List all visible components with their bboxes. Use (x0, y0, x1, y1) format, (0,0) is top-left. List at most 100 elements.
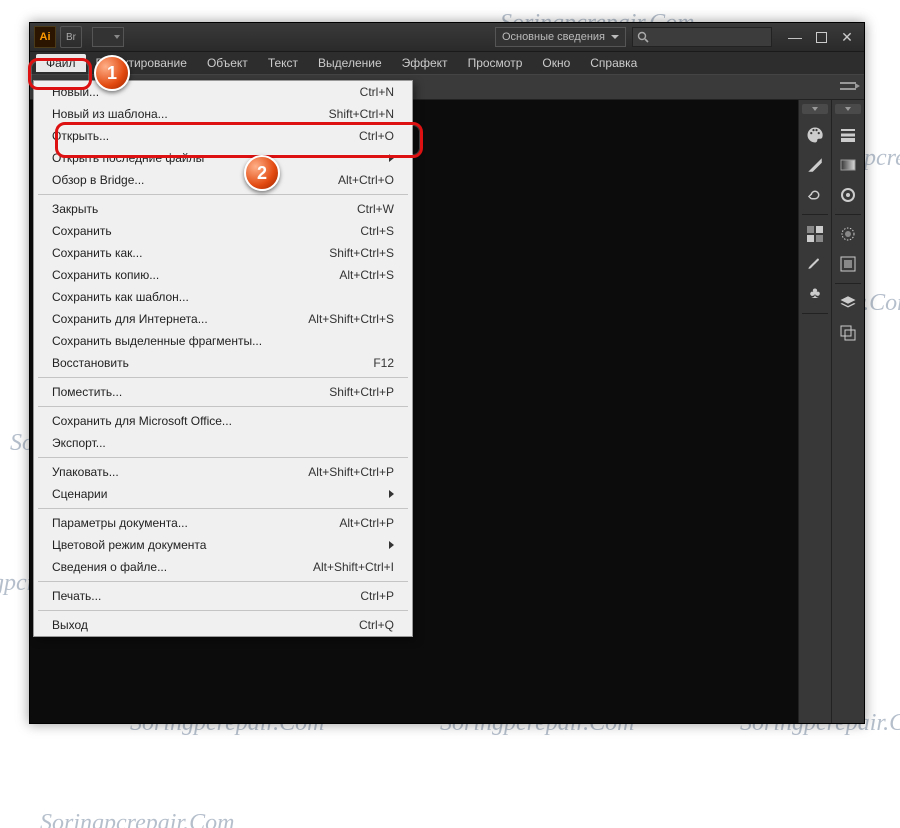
search-icon (637, 31, 649, 43)
file-menu-item[interactable]: ВосстановитьF12 (34, 352, 412, 374)
menu-item-label: Открыть последние файлы (52, 151, 389, 165)
menu-item-просмотр[interactable]: Просмотр (458, 54, 533, 72)
menu-item-shortcut: Ctrl+N (284, 85, 394, 99)
workspace-switcher[interactable]: Основные сведения (495, 27, 626, 47)
bridge-launch-button[interactable]: Br (60, 26, 82, 48)
menu-item-label: Экспорт... (52, 436, 284, 450)
dock-separator (835, 283, 861, 284)
layout-arrange-button[interactable] (92, 27, 124, 47)
menu-item-эффект[interactable]: Эффект (392, 54, 458, 72)
file-menu-item[interactable]: Сохранить выделенные фрагменты... (34, 330, 412, 352)
file-menu-item[interactable]: Сохранить копию...Alt+Ctrl+S (34, 264, 412, 286)
close-button[interactable]: ✕ (834, 27, 860, 47)
dock-collapse-toggle[interactable] (802, 104, 828, 114)
file-menu-item[interactable]: Сведения о файле...Alt+Shift+Ctrl+I (34, 556, 412, 578)
menu-item-shortcut: Ctrl+Q (284, 618, 394, 632)
annotation-badge-1: 1 (94, 55, 130, 91)
menu-item-label: Выход (52, 618, 284, 632)
menu-item-label: Сохранить для Microsoft Office... (52, 414, 284, 428)
menu-item-label: Сохранить как... (52, 246, 284, 260)
menu-item-label: Сохранить (52, 224, 284, 238)
title-bar: Ai Br Основные сведения — ✕ (30, 23, 864, 52)
menu-item-справка[interactable]: Справка (580, 54, 647, 72)
menu-item-выделение[interactable]: Выделение (308, 54, 392, 72)
menu-item-shortcut: Alt+Shift+Ctrl+I (284, 560, 394, 574)
menu-item-shortcut: F12 (284, 356, 394, 370)
maximize-button[interactable] (808, 27, 834, 47)
watermark: Soringpcrepair.Com (40, 810, 234, 828)
panel-dock-column-b (831, 100, 864, 723)
file-menu-item[interactable]: Поместить...Shift+Ctrl+P (34, 381, 412, 403)
panel-swatches-icon[interactable] (802, 221, 828, 247)
menu-separator (38, 610, 408, 611)
main-menu-bar: ФайлРедактированиеОбъектТекстВыделениеЭф… (30, 52, 864, 74)
menu-item-label: Параметры документа... (52, 516, 284, 530)
menu-item-label: Упаковать... (52, 465, 284, 479)
menu-item-label: Сведения о файле... (52, 560, 284, 574)
menu-separator (38, 406, 408, 407)
menu-item-объект[interactable]: Объект (197, 54, 258, 72)
panel-options-icon[interactable] (840, 80, 856, 94)
panel-dock-column-a: ♣ (798, 100, 831, 723)
help-search-input[interactable] (632, 27, 772, 47)
file-menu-item[interactable]: Упаковать...Alt+Shift+Ctrl+P (34, 461, 412, 483)
file-menu-item[interactable]: ЗакрытьCtrl+W (34, 198, 412, 220)
panel-path-blend-icon[interactable] (802, 152, 828, 178)
minimize-button[interactable]: — (782, 27, 808, 47)
panel-symbol-icon[interactable]: ♣ (802, 281, 828, 307)
menu-item-shortcut: Alt+Ctrl+S (284, 268, 394, 282)
panel-artboards-icon[interactable] (835, 320, 861, 346)
file-menu-item[interactable]: Сохранить для Интернета...Alt+Shift+Ctrl… (34, 308, 412, 330)
panel-gradient-icon[interactable] (835, 152, 861, 178)
panel-graphic-styles-icon[interactable] (835, 251, 861, 277)
file-menu-item[interactable]: Сохранить как шаблон... (34, 286, 412, 308)
file-menu-item[interactable]: Сохранить для Microsoft Office... (34, 410, 412, 432)
file-menu-item[interactable]: ВыходCtrl+Q (34, 614, 412, 636)
menu-item-shortcut: Ctrl+O (284, 129, 394, 143)
menu-separator (38, 194, 408, 195)
menu-item-label: Новый... (52, 85, 284, 99)
panel-stroke-icon[interactable] (835, 122, 861, 148)
menu-item-окно[interactable]: Окно (532, 54, 580, 72)
menu-item-label: Поместить... (52, 385, 284, 399)
file-menu-item[interactable]: Новый...Ctrl+N (34, 81, 412, 103)
menu-item-shortcut: Shift+Ctrl+N (284, 107, 394, 121)
file-menu-item[interactable]: Открыть...Ctrl+O (34, 125, 412, 147)
menu-item-текст[interactable]: Текст (258, 54, 308, 72)
menu-item-shortcut: Shift+Ctrl+S (284, 246, 394, 260)
submenu-arrow-icon (389, 490, 394, 498)
menu-item-shortcut: Shift+Ctrl+P (284, 385, 394, 399)
file-menu-item[interactable]: Обзор в Bridge...Alt+Ctrl+O (34, 169, 412, 191)
panel-palette-icon[interactable] (802, 122, 828, 148)
panel-transparency-icon[interactable] (835, 182, 861, 208)
panel-docks: ♣ (798, 100, 864, 723)
dock-separator (835, 214, 861, 215)
menu-item-shortcut: Ctrl+S (284, 224, 394, 238)
submenu-arrow-icon (389, 154, 394, 162)
dock-collapse-toggle[interactable] (835, 104, 861, 114)
panel-layers-icon[interactable] (835, 290, 861, 316)
file-menu-item[interactable]: Сохранить как...Shift+Ctrl+S (34, 242, 412, 264)
file-menu-item[interactable]: Печать...Ctrl+P (34, 585, 412, 607)
menu-item-shortcut: Ctrl+P (284, 589, 394, 603)
file-menu-item[interactable]: Параметры документа...Alt+Ctrl+P (34, 512, 412, 534)
menu-item-файл[interactable]: Файл (36, 54, 86, 72)
panel-appearance-icon[interactable] (835, 221, 861, 247)
menu-separator (38, 508, 408, 509)
dock-separator (802, 313, 828, 314)
menu-item-shortcut: Ctrl+W (284, 202, 394, 216)
file-menu-item[interactable]: Экспорт... (34, 432, 412, 454)
menu-item-label: Открыть... (52, 129, 284, 143)
file-menu-item[interactable]: Открыть последние файлы (34, 147, 412, 169)
file-menu-item[interactable]: Сценарии (34, 483, 412, 505)
panel-brush-icon[interactable] (802, 251, 828, 277)
file-menu-item[interactable]: СохранитьCtrl+S (34, 220, 412, 242)
file-menu-item[interactable]: Цветовой режим документа (34, 534, 412, 556)
file-menu-item[interactable]: Новый из шаблона...Shift+Ctrl+N (34, 103, 412, 125)
menu-separator (38, 457, 408, 458)
panel-loop-icon[interactable] (802, 182, 828, 208)
menu-item-label: Цветовой режим документа (52, 538, 389, 552)
menu-item-label: Закрыть (52, 202, 284, 216)
menu-item-label: Сохранить выделенные фрагменты... (52, 334, 284, 348)
menu-item-shortcut: Alt+Ctrl+P (284, 516, 394, 530)
